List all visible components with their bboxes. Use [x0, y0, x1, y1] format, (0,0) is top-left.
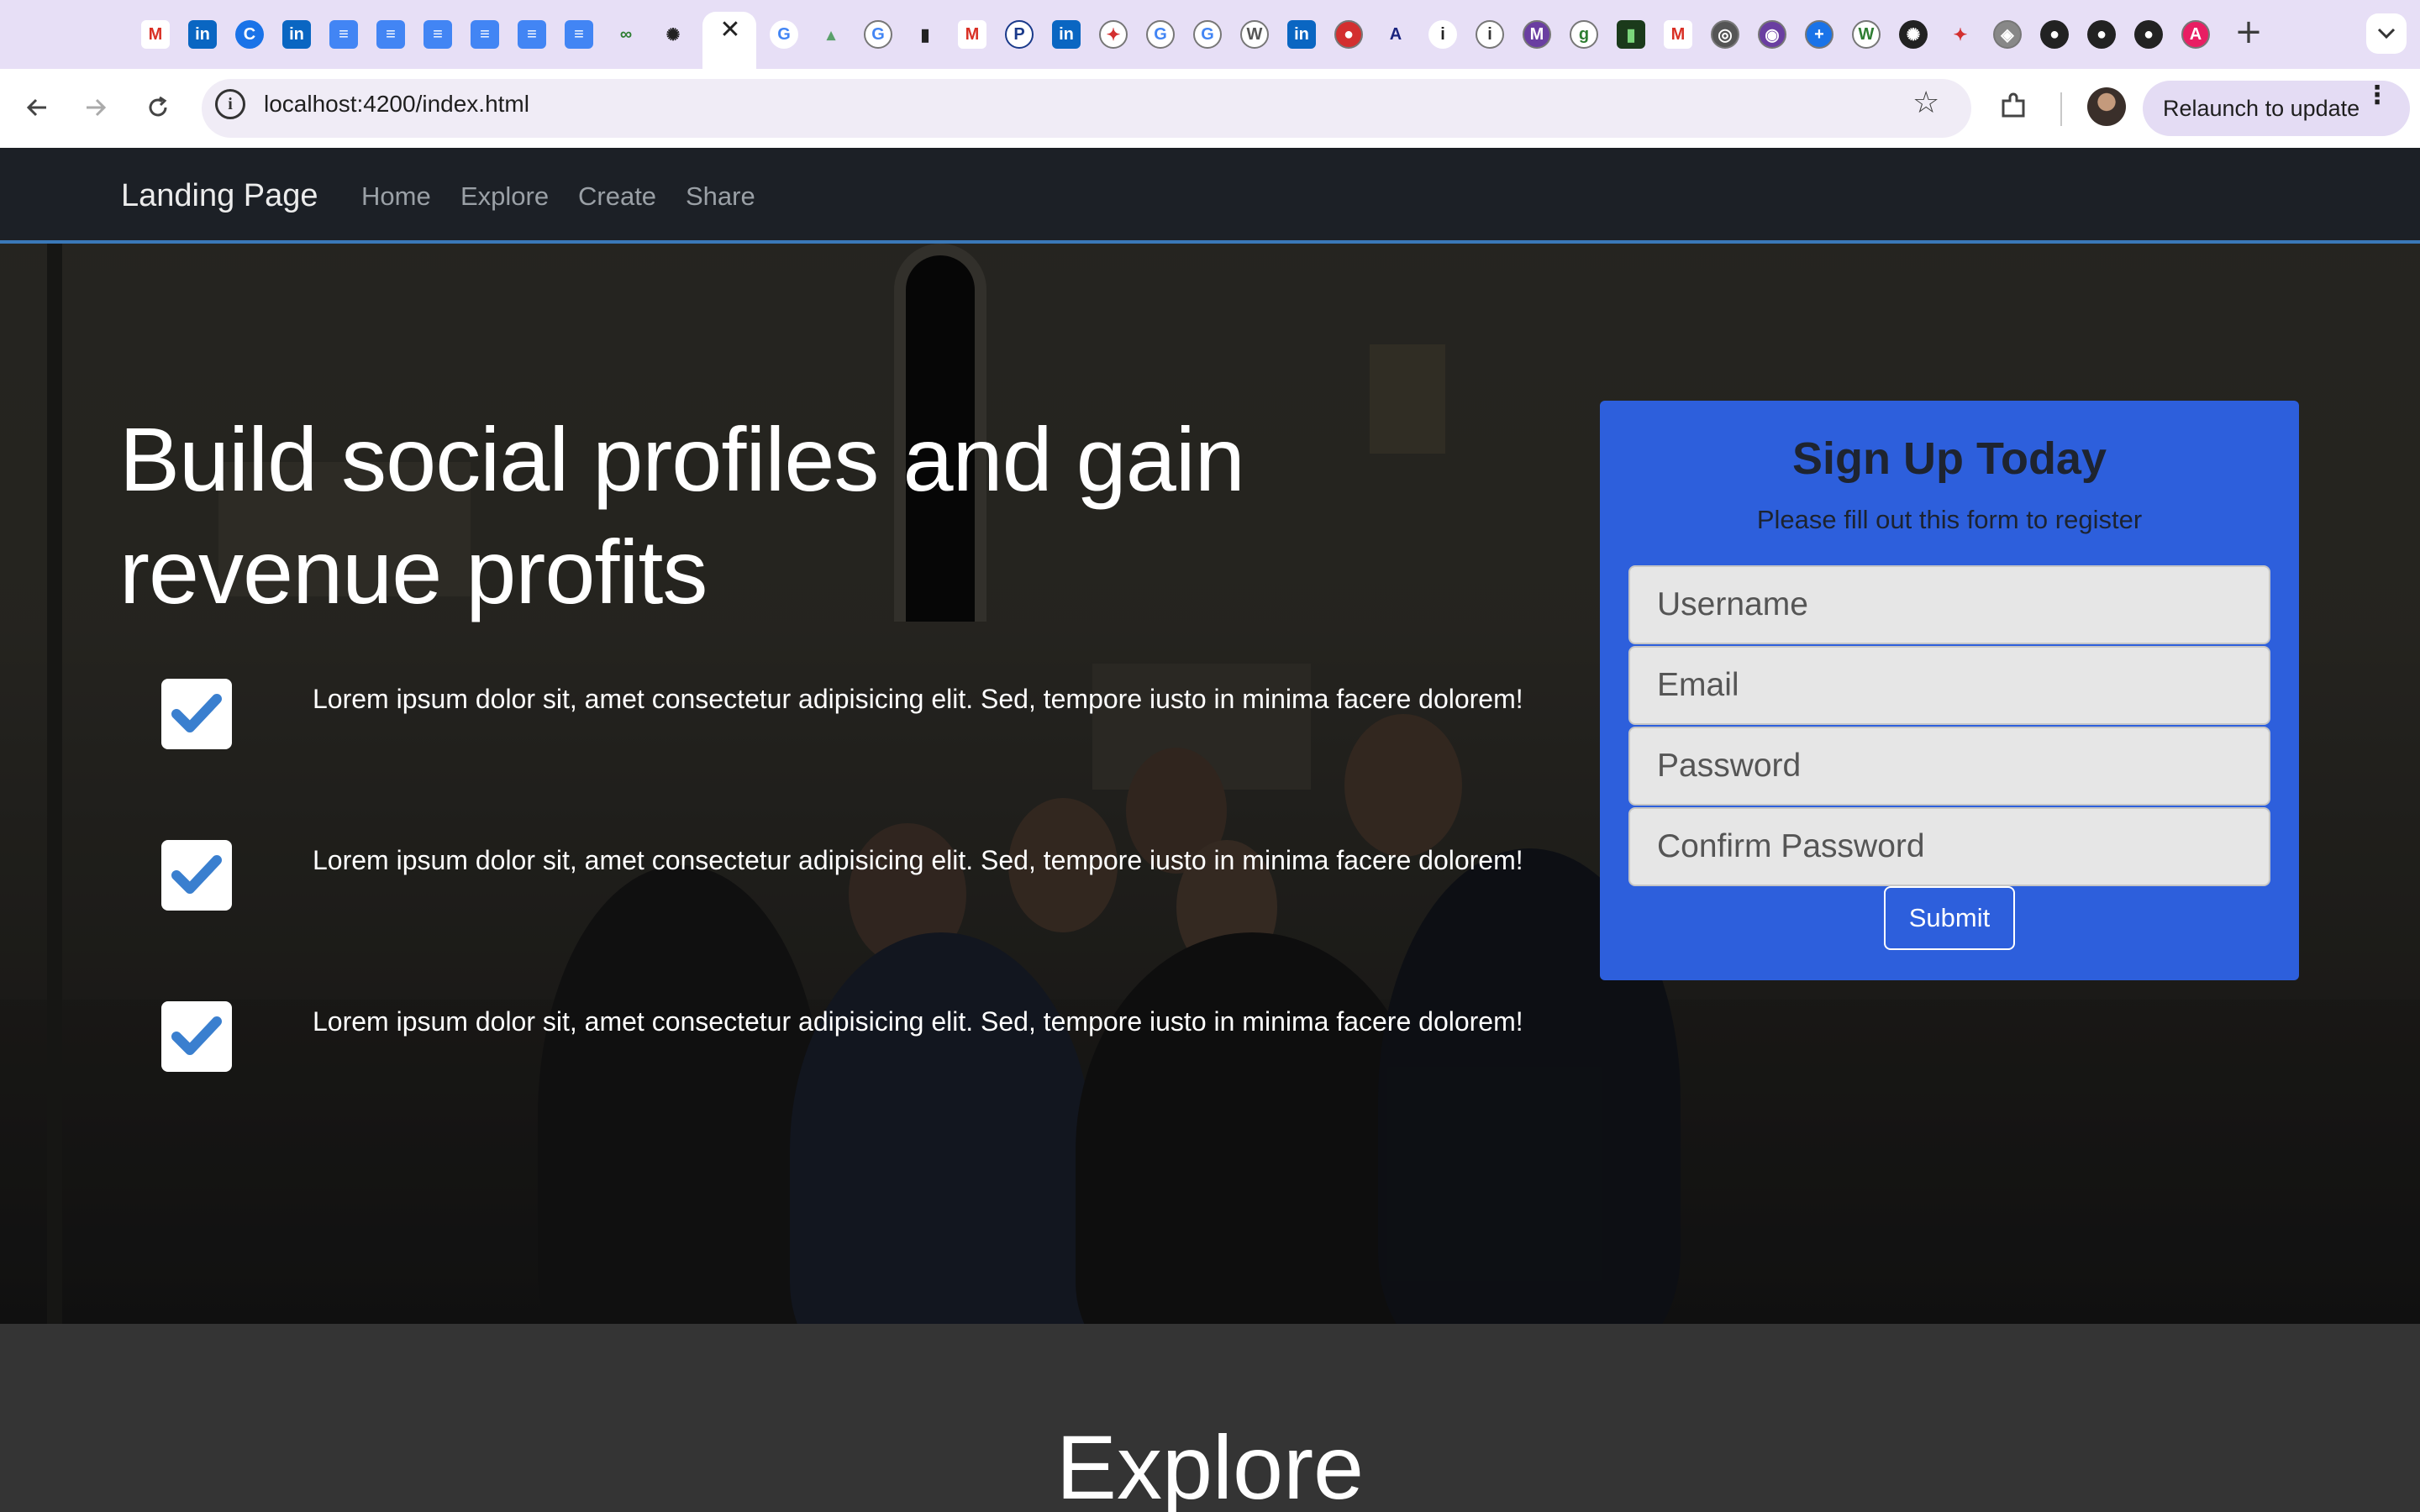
blue-icon[interactable]: + — [1805, 20, 1833, 49]
nav-link-share[interactable]: Share — [686, 181, 755, 212]
extensions-icon[interactable] — [1998, 91, 2028, 121]
gmail-icon[interactable]: M — [141, 20, 170, 49]
feature-text: Lorem ipsum dolor sit, amet consectetur … — [313, 684, 1523, 714]
chart-icon[interactable]: ▴ — [817, 20, 845, 49]
feature-text: Lorem ipsum dolor sit, amet consectetur … — [313, 1006, 1523, 1037]
gmail-icon[interactable]: M — [958, 20, 986, 49]
confirm-password-field[interactable]: Confirm Password — [1628, 807, 2270, 886]
linkedin-icon[interactable]: in — [188, 20, 217, 49]
submit-button[interactable]: Submit — [1884, 886, 2015, 950]
checkmark-icon — [161, 679, 232, 749]
m-icon[interactable]: M — [1523, 20, 1551, 49]
google-docs-icon[interactable]: ≡ — [565, 20, 593, 49]
p-icon[interactable]: P — [1005, 20, 1034, 49]
globe-icon[interactable]: ◎ — [1711, 20, 1739, 49]
explore-title: Explore — [1055, 1416, 1365, 1512]
tab-strip: M in C in ≡ ≡ ≡ ≡ ≡ ≡ ∞ ✺ ✕ G ▴ G ▮ M P … — [0, 0, 2420, 71]
relaunch-label: Relaunch to update — [2163, 96, 2360, 121]
google-docs-icon[interactable]: ≡ — [424, 20, 452, 49]
new-tab-button[interactable]: + — [2232, 15, 2265, 49]
info-icon[interactable]: i — [1428, 20, 1457, 49]
feature-item: Lorem ipsum dolor sit, amet consectetur … — [161, 840, 1539, 924]
w-icon[interactable]: W — [1240, 20, 1269, 49]
google-icon[interactable]: G — [864, 20, 892, 49]
purple-icon[interactable]: ◉ — [1758, 20, 1786, 49]
feature-item: Lorem ipsum dolor sit, amet consectetur … — [161, 1001, 1539, 1085]
back-arrow-icon — [26, 98, 46, 117]
nav-link-create[interactable]: Create — [578, 181, 656, 212]
close-icon[interactable]: ✕ — [718, 18, 742, 43]
feature-text: Lorem ipsum dolor sit, amet consectetur … — [313, 845, 1523, 875]
shield-icon[interactable]: ◈ — [1993, 20, 2022, 49]
reload-icon — [149, 96, 167, 117]
more-menu-icon[interactable]: ⋮ — [2365, 81, 2390, 110]
site-info-icon[interactable]: i — [215, 89, 245, 119]
username-field[interactable]: Username — [1628, 565, 2270, 644]
openai-icon[interactable]: ✺ — [1899, 20, 1928, 49]
google-docs-icon[interactable]: ≡ — [376, 20, 405, 49]
back-button[interactable] — [17, 87, 57, 128]
brand-link[interactable]: Landing Page — [121, 178, 318, 214]
chevron-down-icon — [2377, 28, 2396, 39]
google-icon[interactable]: G — [1146, 20, 1175, 49]
github-icon[interactable]: ● — [2087, 20, 2116, 49]
green-icon[interactable]: ▮ — [1617, 20, 1645, 49]
openai-icon[interactable]: ✺ — [659, 20, 687, 49]
hero-section: Build social profiles and gain revenue p… — [0, 244, 2420, 1324]
link-icon[interactable]: ∞ — [612, 20, 640, 49]
github-icon[interactable]: ● — [2040, 20, 2069, 49]
relaunch-button[interactable]: Relaunch to update ⋮ — [2143, 81, 2410, 136]
explore-section: Explore — [0, 1324, 2420, 1512]
nav-link-home[interactable]: Home — [361, 181, 431, 212]
google-icon[interactable]: G — [770, 20, 798, 49]
signup-subtitle: Please fill out this form to register — [1756, 505, 2143, 534]
feature-item: Lorem ipsum dolor sit, amet consectetur … — [161, 679, 1539, 763]
a-icon[interactable]: A — [1381, 20, 1410, 49]
bookmark-icon[interactable]: ▮ — [911, 20, 939, 49]
password-field[interactable]: Password — [1628, 727, 2270, 806]
forward-arrow-icon — [87, 98, 107, 117]
linkedin-icon[interactable]: in — [282, 20, 311, 49]
github-icon[interactable]: ● — [2134, 20, 2163, 49]
checkmark-icon — [161, 1001, 232, 1072]
google-docs-icon[interactable]: ≡ — [471, 20, 499, 49]
red-icon[interactable]: ● — [1334, 20, 1363, 49]
reload-button[interactable] — [138, 87, 178, 128]
google-docs-icon[interactable]: ≡ — [329, 20, 358, 49]
email-field[interactable]: Email — [1628, 646, 2270, 725]
gmail-icon[interactable]: M — [1664, 20, 1692, 49]
checkmark-icon — [161, 840, 232, 911]
profile-avatar[interactable] — [2087, 87, 2126, 126]
linkedin-icon[interactable]: in — [1287, 20, 1316, 49]
c-icon[interactable]: C — [235, 20, 264, 49]
maple-leaf-icon[interactable]: ✦ — [1946, 20, 1975, 49]
linkedin-icon[interactable]: in — [1052, 20, 1081, 49]
hero-headline: Build social profiles and gain revenue p… — [119, 408, 1245, 622]
browser-toolbar: i localhost:4200/index.html ☆ Relaunch t… — [0, 69, 2420, 148]
signup-title: Sign Up Today — [1792, 433, 2107, 484]
a-icon[interactable]: A — [2181, 20, 2210, 49]
w-icon[interactable]: W — [1852, 20, 1881, 49]
url-text[interactable]: localhost:4200/index.html — [264, 91, 529, 118]
google-docs-icon[interactable]: ≡ — [518, 20, 546, 49]
i-icon[interactable]: i — [1476, 20, 1504, 49]
nav-link-explore[interactable]: Explore — [460, 181, 549, 212]
site-navbar: Landing Page Home Explore Create Share — [0, 148, 2420, 244]
forward-button[interactable] — [76, 87, 116, 128]
maple-leaf-icon[interactable]: ✦ — [1099, 20, 1128, 49]
toolbar-divider — [2060, 92, 2062, 126]
bookmark-star-icon[interactable]: ☆ — [1912, 86, 1939, 120]
tab-search-button[interactable] — [2366, 13, 2407, 54]
google-icon[interactable]: G — [1193, 20, 1222, 49]
g-icon[interactable]: g — [1570, 20, 1598, 49]
signup-card: Sign Up Today Please fill out this form … — [1600, 401, 2299, 980]
